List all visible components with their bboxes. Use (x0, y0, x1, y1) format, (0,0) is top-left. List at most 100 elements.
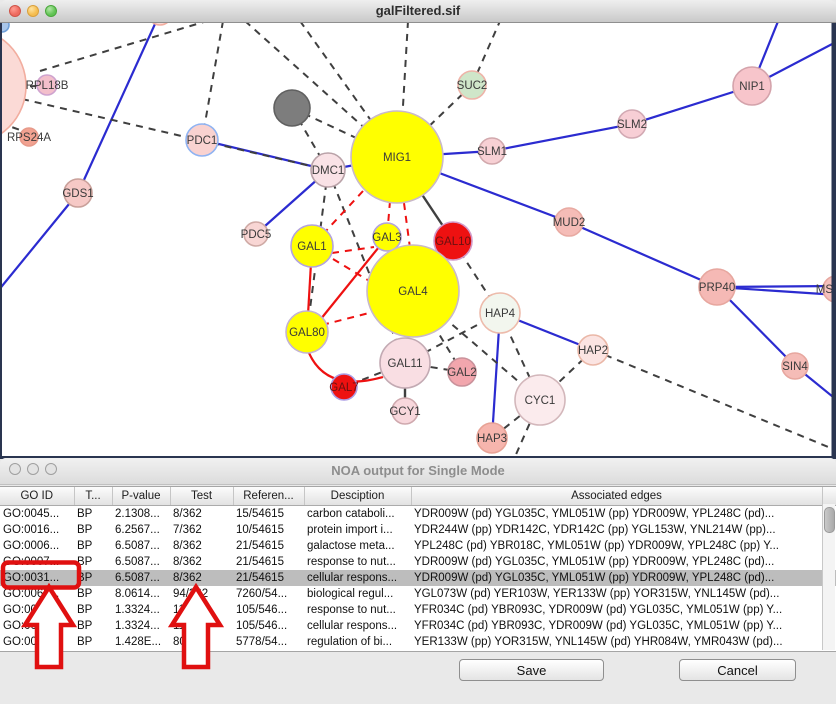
save-button[interactable]: Save (459, 659, 604, 681)
node-label-GCY1: GCY1 (389, 406, 420, 418)
node-label-DMC1: DMC1 (312, 165, 345, 177)
column-header-t-[interactable]: T... (74, 487, 112, 506)
table-cell: 105/546... (233, 602, 304, 618)
node-label-GAL7: GAL7 (329, 382, 358, 394)
table-cell: 11/362 (170, 618, 233, 634)
table-cell: GO:0006... (0, 538, 74, 554)
table-row[interactable]: GO:0031...BP1.3324...11/362105/546...cel… (0, 618, 836, 634)
column-header-p-value[interactable]: P-value (112, 487, 170, 506)
table-cell: 11/362 (170, 602, 233, 618)
edge-dash (40, 23, 207, 71)
column-header-referen-[interactable]: Referen... (233, 487, 304, 506)
table-cell: 6.5087... (112, 538, 170, 554)
table-row[interactable]: GO:0031...BP1.3324...11/362105/546...res… (0, 602, 836, 618)
table-cell: cellular respons... (304, 570, 411, 586)
table-cell: galactose meta... (304, 538, 411, 554)
edge-blue (0, 193, 78, 291)
table-row[interactable]: GO:0006...BP6.5087...8/36221/54615galact… (0, 538, 836, 554)
table-cell: YDR009W (pd) YGL035C, YML051W (pp) YDR00… (411, 506, 822, 523)
table-cell: GO:0016... (0, 522, 74, 538)
table-row[interactable]: GO:0007...BP6.5087...8/36221/54615respon… (0, 554, 836, 570)
noa-results-table-wrap: GO IDT...P-valueTestReferen...Desciption… (0, 486, 836, 652)
cancel-button[interactable]: Cancel (679, 659, 796, 681)
table-row[interactable]: GO:0050...BP1.428E...80/3625778/54...reg… (0, 634, 836, 650)
table-cell: GO:0031... (0, 570, 74, 586)
table-cell: 21/54615 (233, 570, 304, 586)
table-cell: YFR034C (pd) YBR093C, YDR009W (pd) YGL03… (411, 602, 822, 618)
column-header-scrollbar[interactable] (822, 487, 836, 506)
edge-reddash (404, 203, 410, 248)
noa-window: NOA output for Single Mode GO IDT...P-va… (0, 458, 836, 704)
table-cell: YDR244W (pp) YDR142C, YDR142C (pp) YGL15… (411, 522, 822, 538)
table-cell: 15/54615 (233, 506, 304, 523)
node-label-GDS1: GDS1 (62, 188, 93, 200)
node-label-GAL10: GAL10 (435, 236, 471, 248)
table-cell: BP (74, 570, 112, 586)
table-cell: 8.0614... (112, 586, 170, 602)
node-label-GAL11: GAL11 (388, 358, 423, 370)
node-label-PDC1: PDC1 (187, 135, 218, 147)
node-label-PRP40: PRP40 (699, 282, 735, 294)
network-canvas[interactable]: RPL18BRPS24AGDS1PDC1PDC5MIG1SUC2SLM1DMC1… (0, 23, 836, 459)
noa-window-titlebar[interactable]: NOA output for Single Mode (0, 458, 836, 485)
table-row[interactable]: GO:0031...BP6.5087...8/36221/54615cellul… (0, 570, 836, 586)
node-label-HAP2: HAP2 (578, 345, 608, 357)
scrollbar-thumb[interactable] (824, 507, 835, 533)
table-cell: GO:0031... (0, 618, 74, 634)
node-label-PDC5: PDC5 (241, 229, 272, 241)
column-header-associated-edges[interactable]: Associated edges (411, 487, 822, 506)
table-cell: response to nut... (304, 554, 411, 570)
table-cell: GO:0007... (0, 554, 74, 570)
desktop: galFiltered.sif RPL18BRPS24AGDS1PDC1PDC5… (0, 0, 836, 704)
table-cell: carbon cataboli... (304, 506, 411, 523)
table-cell: GO:0045... (0, 506, 74, 523)
node-label-GAL2: GAL2 (447, 367, 476, 379)
table-cell: BP (74, 634, 112, 650)
node-label-HAP4: HAP4 (485, 308, 516, 320)
table-row[interactable]: GO:0045...BP2.1308...8/36215/54615carbon… (0, 506, 836, 523)
node-gray-node[interactable] (274, 90, 310, 126)
node-label-GAL4: GAL4 (398, 286, 428, 298)
node-label-MIG1: MIG1 (383, 152, 411, 164)
node-label-RPS24A: RPS24A (7, 132, 51, 144)
table-cell: 105/546... (233, 618, 304, 634)
table-cell: YDR009W (pd) YGL035C, YML051W (pp) YDR00… (411, 554, 822, 570)
table-vertical-scrollbar[interactable] (822, 504, 835, 650)
column-header-go-id[interactable]: GO ID (0, 487, 74, 506)
table-cell: BP (74, 602, 112, 618)
edge-blue (492, 124, 632, 151)
table-cell: 7/362 (170, 522, 233, 538)
node-label-SLM1: SLM1 (477, 146, 507, 158)
table-cell: YPL248C (pd) YBR018C, YML051W (pp) YDR00… (411, 538, 822, 554)
table-cell: 8/362 (170, 570, 233, 586)
table-cell: BP (74, 506, 112, 523)
table-cell: 6.2567... (112, 522, 170, 538)
node-label-MUD2: MUD2 (553, 217, 586, 229)
table-cell: 8/362 (170, 538, 233, 554)
table-cell: 1.3324... (112, 618, 170, 634)
table-cell: 21/54615 (233, 538, 304, 554)
table-cell: 7260/54... (233, 586, 304, 602)
table-cell: cellular respons... (304, 618, 411, 634)
network-window-titlebar[interactable]: galFiltered.sif (0, 0, 836, 23)
node-label-NIP1: NIP1 (739, 81, 765, 93)
table-cell: regulation of bi... (304, 634, 411, 650)
table-cell: 1.428E... (112, 634, 170, 650)
column-header-test[interactable]: Test (170, 487, 233, 506)
table-cell: 80/362 (170, 634, 233, 650)
node-cut-top[interactable] (148, 23, 172, 25)
column-header-desciption[interactable]: Desciption (304, 487, 411, 506)
table-cell: 8/362 (170, 506, 233, 523)
table-cell: BP (74, 618, 112, 634)
network-window: galFiltered.sif RPL18BRPS24AGDS1PDC1PDC5… (0, 0, 836, 458)
table-header-row: GO IDT...P-valueTestReferen...Desciption… (0, 487, 836, 506)
table-cell: GO:0065... (0, 586, 74, 602)
table-row[interactable]: GO:0065...BP8.0614...94/3627260/54...bio… (0, 586, 836, 602)
node-label-SIN4: SIN4 (782, 361, 808, 373)
table-cell: 2.1308... (112, 506, 170, 523)
edge-reddash (332, 247, 374, 253)
table-cell: biological regul... (304, 586, 411, 602)
table-row[interactable]: GO:0016...BP6.2567...7/36210/54615protei… (0, 522, 836, 538)
node-label-GAL3: GAL3 (372, 232, 401, 244)
table-cell: GO:0050... (0, 634, 74, 650)
